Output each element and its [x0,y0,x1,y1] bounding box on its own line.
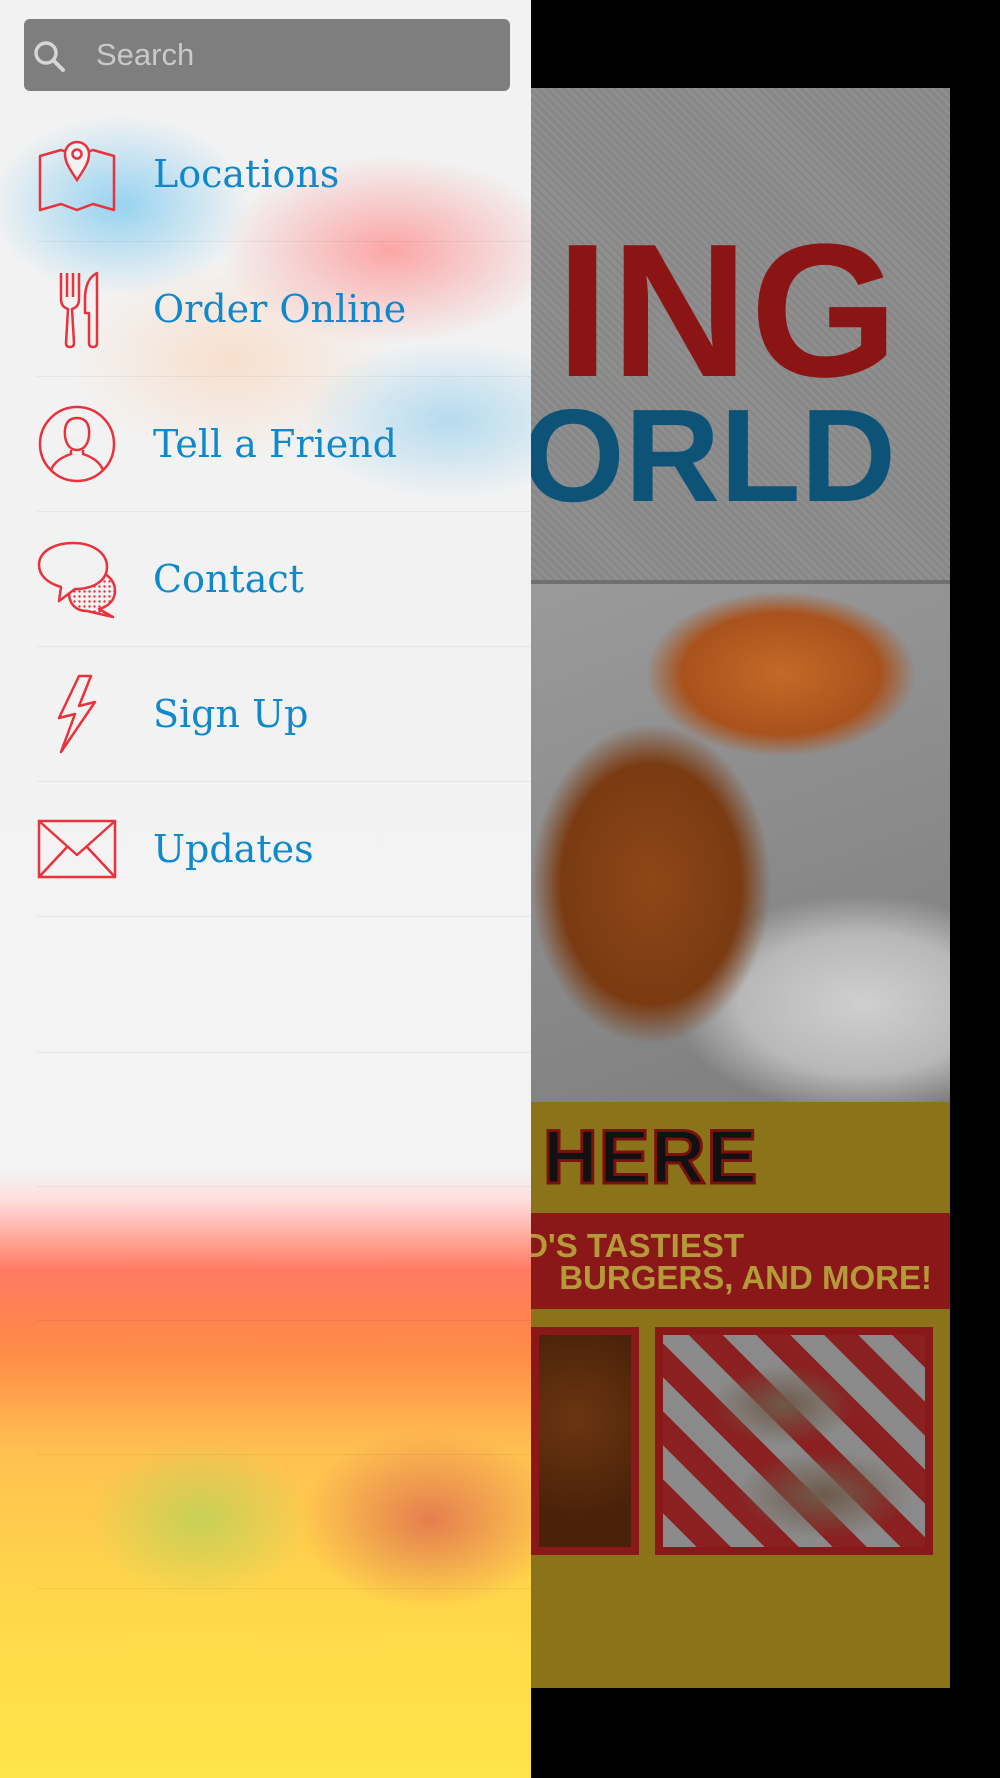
promo-banner-line2: BURGERS, AND MORE! [559,1259,932,1296]
menu-item-locations[interactable]: Locations [37,107,531,242]
map-pin-icon [38,140,116,212]
logo-text-line1: ING [556,238,900,378]
person-icon [38,405,116,483]
menu-item-label: Updates [153,827,314,871]
promo-banner: D'S TASTIEST BURGERS, AND MORE! [531,1213,950,1309]
menu-item-label: Tell a Friend [153,422,397,466]
menu-item-label: Locations [153,152,340,196]
search-icon [34,41,65,72]
row-divider [37,1186,531,1187]
search-box[interactable] [24,19,510,91]
drawer-menu: Locations Order Online Tell a Friend Con… [0,107,531,917]
row-divider [37,1052,531,1053]
chat-bubbles-icon [37,541,117,619]
side-drawer: Locations Order Online Tell a Friend [0,0,531,1778]
search-input[interactable] [72,19,492,91]
fork-knife-icon [59,271,99,349]
background-promo: HERE D'S TASTIEST BURGERS, AND MORE! [531,1102,950,1688]
lightning-bolt-icon [57,674,97,754]
envelope-icon [37,819,117,879]
menu-item-label: Contact [153,557,304,601]
menu-item-label: Order Online [153,287,407,331]
menu-item-label: Sign Up [153,692,309,736]
menu-item-order-online[interactable]: Order Online [37,242,531,377]
drawer-background-blur [0,1380,531,1680]
promo-image-wings [531,1327,639,1555]
menu-item-contact[interactable]: Contact [37,512,531,647]
background-food-photo [531,584,950,1102]
menu-item-sign-up[interactable]: Sign Up [37,647,531,782]
row-divider [37,1320,531,1321]
logo-text-line2: VORLD [531,406,896,526]
row-divider [37,1588,531,1589]
menu-item-updates[interactable]: Updates [37,782,531,917]
row-divider [37,1454,531,1455]
menu-item-tell-a-friend[interactable]: Tell a Friend [37,377,531,512]
background-logo: ING VORLD [531,88,950,584]
promo-image-wraps [655,1327,933,1555]
background-app-content: ING VORLD HERE D'S TASTIEST BURGERS, AND… [531,88,950,1688]
promo-headline: HERE [541,1114,759,1202]
